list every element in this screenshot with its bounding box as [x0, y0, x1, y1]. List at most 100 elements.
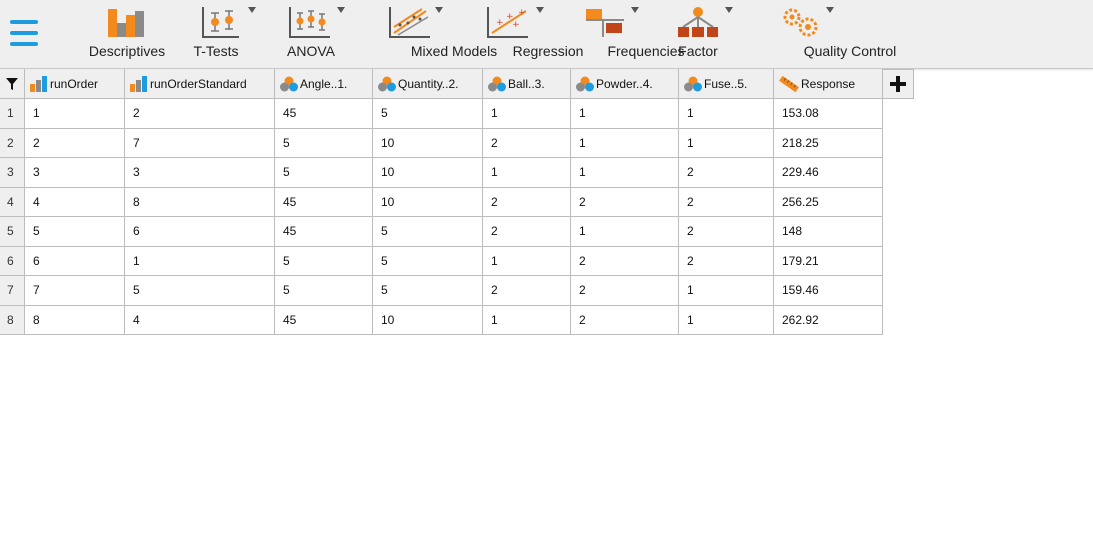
quality-control-menu-arrow-icon[interactable] — [826, 7, 834, 13]
table-cell[interactable]: 10 — [373, 305, 483, 335]
table-cell[interactable]: 256.25 — [774, 187, 883, 217]
table-cell[interactable]: 8 — [125, 187, 275, 217]
table-cell[interactable]: 5 — [275, 128, 373, 158]
column-header-powder[interactable]: Powder..4. — [571, 69, 679, 99]
column-header-angle[interactable]: Angle..1. — [275, 69, 373, 99]
table-cell[interactable]: 1 — [25, 99, 125, 129]
anova-label: ANOVA — [287, 43, 335, 59]
table-cell[interactable]: 1 — [679, 305, 774, 335]
nominal-variable-icon — [280, 76, 298, 91]
table-cell[interactable]: 2 — [483, 187, 571, 217]
row-number[interactable]: 4 — [0, 187, 25, 217]
frequencies-menu-arrow-icon[interactable] — [631, 7, 639, 13]
table-cell[interactable]: 3 — [25, 158, 125, 188]
table-cell[interactable]: 148 — [774, 217, 883, 247]
row-number[interactable]: 1 — [0, 99, 25, 129]
table-cell[interactable]: 2 — [571, 276, 679, 306]
table-cell[interactable]: 45 — [275, 99, 373, 129]
regression-button[interactable]: + + + + Regression — [472, 0, 583, 69]
filter-button[interactable] — [0, 69, 25, 99]
main-menu-icon[interactable] — [10, 20, 38, 46]
table-cell[interactable]: 10 — [373, 128, 483, 158]
table-cell[interactable]: 1 — [679, 128, 774, 158]
table-cell[interactable]: 10 — [373, 158, 483, 188]
table-cell[interactable]: 5 — [373, 276, 483, 306]
row-number[interactable]: 3 — [0, 158, 25, 188]
table-cell[interactable]: 5 — [125, 276, 275, 306]
regression-menu-arrow-icon[interactable] — [536, 7, 544, 13]
row-number[interactable]: 7 — [0, 276, 25, 306]
table-cell[interactable]: 2 — [483, 217, 571, 247]
table-cell[interactable]: 2 — [679, 246, 774, 276]
table-cell[interactable]: 2 — [679, 217, 774, 247]
table-cell[interactable]: 5 — [373, 217, 483, 247]
table-cell[interactable]: 218.25 — [774, 128, 883, 158]
table-cell[interactable]: 1 — [125, 246, 275, 276]
table-cell[interactable]: 8 — [25, 305, 125, 335]
row-number[interactable]: 8 — [0, 305, 25, 335]
table-cell[interactable]: 10 — [373, 187, 483, 217]
table-cell[interactable]: 229.46 — [774, 158, 883, 188]
filter-icon — [6, 77, 18, 90]
column-header-quantity[interactable]: Quantity..2. — [373, 69, 483, 99]
table-cell[interactable]: 2 — [679, 187, 774, 217]
table-cell[interactable]: 7 — [25, 276, 125, 306]
table-cell[interactable]: 1 — [679, 99, 774, 129]
table-cell[interactable]: 179.21 — [774, 246, 883, 276]
column-header-response[interactable]: Response — [774, 69, 883, 99]
table-cell[interactable]: 2 — [679, 158, 774, 188]
table-cell[interactable]: 5 — [25, 217, 125, 247]
column-header-runorder[interactable]: runOrder — [25, 69, 125, 99]
table-cell[interactable]: 5 — [373, 99, 483, 129]
table-cell[interactable]: 2 — [483, 276, 571, 306]
table-cell[interactable]: 4 — [25, 187, 125, 217]
table-cell[interactable]: 153.08 — [774, 99, 883, 129]
row-number[interactable]: 5 — [0, 217, 25, 247]
table-cell[interactable]: 2 — [483, 128, 571, 158]
table-cell[interactable]: 5 — [275, 246, 373, 276]
anova-menu-arrow-icon[interactable] — [337, 7, 345, 13]
table-cell[interactable]: 1 — [571, 158, 679, 188]
row-number[interactable]: 6 — [0, 246, 25, 276]
column-header-fuse[interactable]: Fuse..5. — [679, 69, 774, 99]
factor-menu-arrow-icon[interactable] — [725, 7, 733, 13]
table-cell[interactable]: 2 — [571, 187, 679, 217]
table-cell[interactable]: 262.92 — [774, 305, 883, 335]
mixed-models-button[interactable]: Mixed Models — [364, 0, 497, 69]
table-cell[interactable]: 7 — [125, 128, 275, 158]
anova-button[interactable]: ANOVA — [282, 0, 345, 69]
add-column-button[interactable] — [883, 69, 914, 99]
table-cell[interactable]: 2 — [571, 246, 679, 276]
table-cell[interactable]: 2 — [571, 305, 679, 335]
table-cell[interactable]: 6 — [25, 246, 125, 276]
t-tests-menu-arrow-icon[interactable] — [248, 7, 256, 13]
table-cell[interactable]: 2 — [25, 128, 125, 158]
table-cell[interactable]: 1 — [483, 99, 571, 129]
factor-button[interactable]: Factor — [675, 0, 735, 69]
table-cell[interactable]: 45 — [275, 217, 373, 247]
column-name: Quantity..2. — [398, 76, 459, 91]
table-cell[interactable]: 1 — [483, 158, 571, 188]
table-cell[interactable]: 1 — [571, 99, 679, 129]
table-cell[interactable]: 1 — [571, 217, 679, 247]
svg-text:+: + — [512, 20, 520, 30]
table-cell[interactable]: 1 — [483, 305, 571, 335]
table-cell[interactable]: 159.46 — [774, 276, 883, 306]
table-cell[interactable]: 6 — [125, 217, 275, 247]
mixed-models-menu-arrow-icon[interactable] — [435, 7, 443, 13]
table-cell[interactable]: 4 — [125, 305, 275, 335]
table-cell[interactable]: 1 — [679, 276, 774, 306]
table-cell[interactable]: 5 — [275, 158, 373, 188]
column-header-runorderstandard[interactable]: runOrderStandard — [125, 69, 275, 99]
table-cell[interactable]: 3 — [125, 158, 275, 188]
table-cell[interactable]: 1 — [571, 128, 679, 158]
table-cell[interactable]: 45 — [275, 305, 373, 335]
table-cell[interactable]: 2 — [125, 99, 275, 129]
table-cell[interactable]: 5 — [275, 276, 373, 306]
row-number[interactable]: 2 — [0, 128, 25, 158]
quality-control-button[interactable]: Quality Control — [752, 0, 896, 69]
table-cell[interactable]: 1 — [483, 246, 571, 276]
table-cell[interactable]: 5 — [373, 246, 483, 276]
column-header-ball[interactable]: Ball..3. — [483, 69, 571, 99]
table-cell[interactable]: 45 — [275, 187, 373, 217]
